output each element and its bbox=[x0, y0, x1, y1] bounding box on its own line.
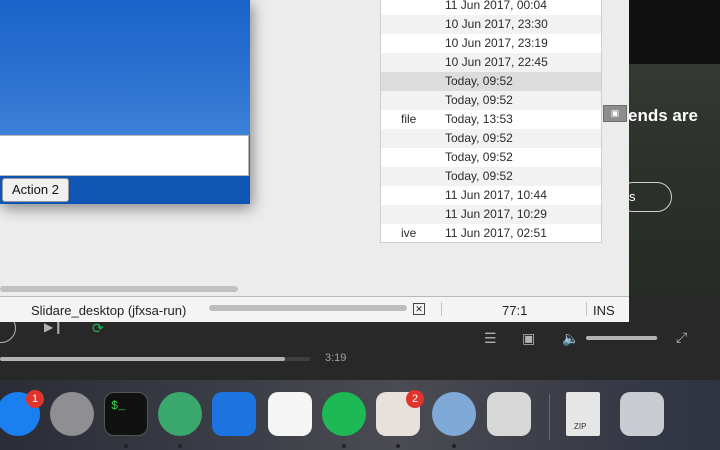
trash-icon[interactable] bbox=[620, 392, 664, 436]
file-name: file bbox=[401, 112, 417, 126]
file-list-row[interactable]: 11 Jun 2017, 10:44 bbox=[381, 186, 601, 205]
atom-icon[interactable] bbox=[158, 392, 202, 436]
running-indicator bbox=[452, 444, 456, 448]
file-date-modified: Today, 09:52 bbox=[445, 150, 513, 164]
cancel-task-icon[interactable]: ✕ bbox=[413, 303, 425, 315]
file-list-panel: 11 Jun 2017, 00:04 10 Jun 2017, 23:30 10 J… bbox=[380, 0, 602, 243]
repeat-icon[interactable]: ⟳ bbox=[92, 320, 104, 337]
queue-icon[interactable]: ☰ bbox=[484, 330, 497, 347]
xcode-icon[interactable] bbox=[212, 392, 256, 436]
file-date-modified: Today, 13:53 bbox=[445, 112, 513, 126]
notification-badge: 2 bbox=[406, 390, 424, 408]
file-date-modified: Today, 09:52 bbox=[445, 93, 513, 107]
file-list-row[interactable]: ive 11 Jun 2017, 02:51 bbox=[381, 224, 601, 243]
action-2-button[interactable]: Action 2 bbox=[2, 178, 69, 202]
file-list-row[interactable]: Today, 09:52 bbox=[381, 129, 601, 148]
dialog-content-area bbox=[0, 0, 250, 135]
terminal-prompt-text: $_ bbox=[111, 399, 126, 413]
dialog-text-field[interactable] bbox=[0, 135, 249, 176]
devices-icon[interactable]: ▣ bbox=[522, 330, 535, 347]
status-separator bbox=[441, 302, 442, 316]
running-indicator bbox=[124, 444, 128, 448]
playback-elapsed-time: 3:19 bbox=[325, 352, 347, 364]
file-date-modified: Today, 09:52 bbox=[445, 74, 513, 88]
file-date-modified: 10 Jun 2017, 22:45 bbox=[445, 55, 548, 69]
system-preferences-icon[interactable] bbox=[50, 392, 94, 436]
skip-next-icon[interactable]: ▶❙ bbox=[44, 320, 63, 334]
status-running-task: Slidare_desktop (jfxsa-run) bbox=[31, 303, 187, 318]
cursor-position: 77:1 bbox=[502, 303, 528, 318]
playback-progress-bar[interactable] bbox=[0, 357, 310, 361]
app-dialog-window: Action 2 bbox=[0, 0, 250, 204]
spotify-hero-text: ends are bbox=[628, 106, 698, 125]
volume-slider-fill bbox=[586, 336, 657, 340]
file-date-modified: 11 Jun 2017, 10:29 bbox=[445, 207, 547, 221]
status-separator bbox=[586, 302, 587, 316]
running-indicator bbox=[178, 444, 182, 448]
file-list-row[interactable]: Today, 09:52 bbox=[381, 72, 601, 91]
volume-icon[interactable]: 🔈 bbox=[562, 330, 579, 347]
fullscreen-icon[interactable]: ⤢ bbox=[676, 329, 687, 346]
horizontal-scrollbar[interactable] bbox=[0, 286, 238, 292]
file-list-row[interactable]: Today, 09:52 bbox=[381, 91, 601, 110]
file-date-modified: 10 Jun 2017, 23:30 bbox=[445, 17, 548, 31]
file-date-modified: 10 Jun 2017, 23:19 bbox=[445, 36, 548, 50]
side-panel-toggle-icon[interactable]: ▣ bbox=[603, 105, 627, 122]
task-progress-bar bbox=[209, 305, 407, 311]
running-indicator bbox=[396, 444, 400, 448]
file-list-row[interactable]: 10 Jun 2017, 22:45 bbox=[381, 53, 601, 72]
zip-archive-icon[interactable]: ZIP bbox=[566, 392, 600, 436]
file-date-modified: 11 Jun 2017, 02:51 bbox=[445, 226, 547, 240]
file-list-row[interactable]: Today, 09:52 bbox=[381, 167, 601, 186]
java-cup-icon[interactable] bbox=[487, 392, 531, 436]
launchpad-grid-icon[interactable] bbox=[268, 392, 312, 436]
insert-mode-indicator: INS bbox=[593, 303, 615, 318]
file-date-modified: 11 Jun 2017, 00:04 bbox=[445, 0, 547, 12]
terminal-icon[interactable]: $_ bbox=[104, 392, 148, 436]
file-list-row[interactable]: 10 Jun 2017, 23:19 bbox=[381, 34, 601, 53]
file-date-modified: Today, 09:52 bbox=[445, 131, 513, 145]
spotify-icon[interactable] bbox=[322, 392, 366, 436]
virtualbox-icon[interactable] bbox=[432, 392, 476, 436]
file-list-row[interactable]: 11 Jun 2017, 00:04 bbox=[381, 0, 601, 15]
file-date-modified: Today, 09:52 bbox=[445, 169, 513, 183]
file-list-row[interactable]: 10 Jun 2017, 23:30 bbox=[381, 15, 601, 34]
volume-slider[interactable] bbox=[586, 336, 658, 340]
file-name: ive bbox=[401, 226, 417, 240]
dock-separator bbox=[549, 394, 550, 440]
ide-status-bar: Slidare_desktop (jfxsa-run) ✕ 77:1 INS bbox=[0, 297, 629, 322]
zip-label: ZIP bbox=[574, 422, 587, 431]
file-date-modified: 11 Jun 2017, 10:44 bbox=[445, 188, 547, 202]
file-list-row[interactable]: 11 Jun 2017, 10:29 bbox=[381, 205, 601, 224]
file-list-row[interactable]: file Today, 13:53 bbox=[381, 110, 601, 129]
playback-progress-fill bbox=[0, 357, 286, 361]
file-list-row[interactable]: Today, 09:52 bbox=[381, 148, 601, 167]
running-indicator bbox=[342, 444, 346, 448]
notification-badge: 1 bbox=[26, 390, 44, 408]
